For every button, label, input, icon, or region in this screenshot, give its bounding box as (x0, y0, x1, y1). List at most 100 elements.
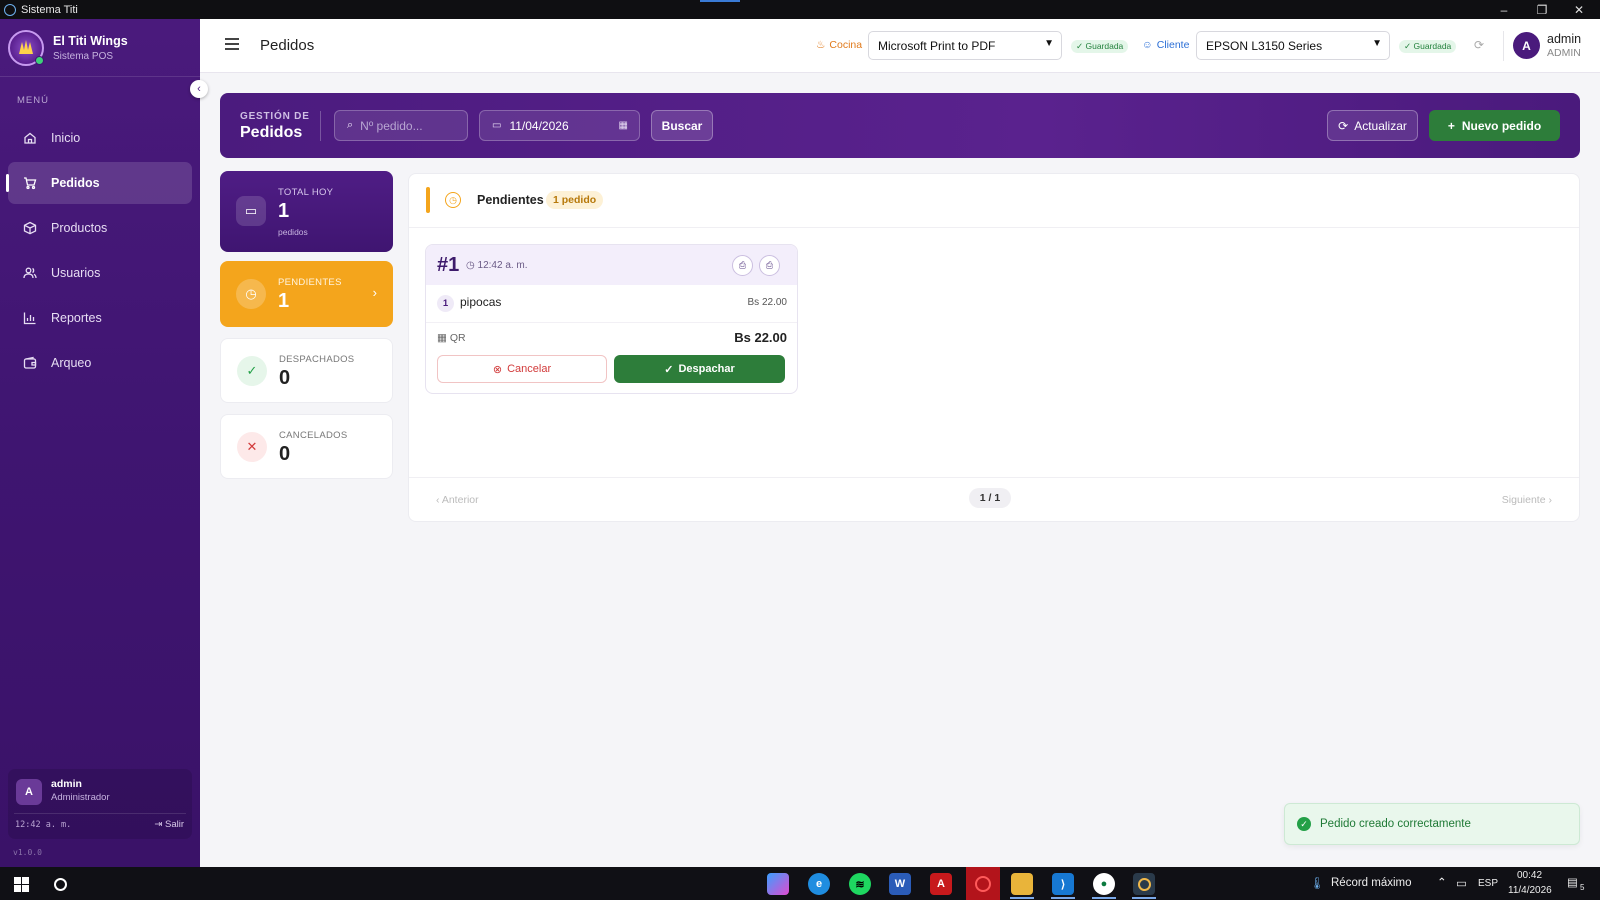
sidebar-item-inicio[interactable]: Inicio (8, 117, 192, 159)
orders-toolbar: GESTIÓN DE Pedidos ⌕ Nº pedido... ▭ 11/0… (220, 93, 1580, 158)
flame-icon: ♨ (816, 39, 826, 51)
restore-button[interactable]: ❐ (1524, 0, 1560, 19)
search-button[interactable]: Buscar (651, 110, 713, 141)
user-name: admin (1547, 32, 1582, 46)
stat-card-total[interactable]: ▭ TOTAL HOY 1 pedidos (220, 171, 393, 252)
order-total: Bs 22.00 (734, 330, 787, 345)
sidebar-item-pedidos[interactable]: Pedidos (6, 162, 192, 204)
file-explorer-icon[interactable] (1011, 873, 1033, 895)
sistema-titi-taskbar-icon[interactable] (1133, 873, 1155, 895)
stat-card-pending[interactable]: ◷ PENDIENTES 1 › (220, 261, 393, 327)
client-printer-select[interactable]: EPSON L3150 Series ▼ (1196, 31, 1390, 60)
mongodb-icon[interactable]: ● (1093, 873, 1115, 895)
toast-message: Pedido creado correctamente (1320, 818, 1471, 830)
date-value: 11/04/2026 (509, 118, 569, 133)
sidebar-item-reportes[interactable]: Reportes (8, 297, 192, 339)
sidebar-item-label: Inicio (51, 131, 81, 145)
avatar[interactable]: A (1513, 32, 1540, 59)
stat-card-dispatched[interactable]: ✓ DESPACHADOS 0 (220, 338, 393, 403)
vscode-icon[interactable]: ⟩ (1052, 873, 1074, 895)
acrobat-icon[interactable]: A (930, 873, 952, 895)
dispatch-order-button[interactable]: ✓ Despachar (614, 355, 785, 383)
app-logo-icon (4, 3, 16, 16)
close-button[interactable]: ✕ (1561, 0, 1597, 19)
stat-value: 0 (279, 443, 291, 465)
sidebar-collapse-button[interactable]: ‹ (190, 80, 208, 98)
network-icon[interactable]: ▭ (1456, 876, 1467, 890)
cancel-order-button[interactable]: ⊗ Cancelar (437, 355, 607, 383)
opera-icon[interactable] (966, 867, 1000, 900)
new-order-button[interactable]: + Nuevo pedido (1429, 110, 1560, 141)
sidebar-item-label: Productos (51, 221, 108, 235)
sidebar-item-label: Reportes (51, 311, 102, 325)
order-time: ◷ 12:42 a. m. (466, 260, 528, 271)
brand-logo-icon (8, 29, 44, 66)
kitchen-printer-select[interactable]: Microsoft Print to PDF ▼ (868, 31, 1062, 60)
edge-icon[interactable]: e (808, 873, 830, 895)
refresh-icon: ⟳ (1338, 118, 1349, 133)
window-titlebar: Sistema Titi – ❐ ✕ (0, 0, 1600, 19)
minimize-button[interactable]: – (1486, 0, 1522, 19)
clock-date[interactable]: 11/4/2026 (1508, 885, 1552, 896)
window-title: Sistema Titi (21, 3, 78, 16)
stat-label: TOTAL HOY (278, 187, 334, 198)
date-filter-input[interactable]: ▭ 11/04/2026 ▦ (479, 110, 640, 141)
order-time-text: 12:42 a. m. (477, 260, 528, 271)
success-toast[interactable]: ✓ Pedido creado correctamente (1284, 803, 1580, 845)
x-circle-icon: ✕ (237, 432, 267, 462)
qr-icon: ▦ (437, 332, 450, 344)
active-indicator (1092, 897, 1116, 899)
sidebar-item-usuarios[interactable]: Usuarios (8, 252, 192, 294)
divider (14, 813, 186, 814)
order-number: #1 (437, 254, 460, 276)
divider (320, 111, 321, 141)
clock-icon: ◷ (466, 260, 478, 271)
chevron-right-icon: › (372, 285, 377, 300)
brand-name: El Titi Wings (53, 33, 128, 48)
refresh-printers-icon[interactable]: ⟳ (1474, 38, 1488, 52)
client-status-badge: ✓ Guardada (1399, 40, 1457, 53)
pagination-next-button[interactable]: Siguiente › (1502, 494, 1552, 506)
search-circle-icon[interactable] (49, 873, 71, 895)
order-card-header: #1 ◷ 12:42 a. m. ⎙ ⎙ (426, 245, 797, 285)
chevron-up-icon[interactable]: ⌃ (1437, 875, 1447, 889)
order-search-input[interactable]: ⌕ Nº pedido... (334, 110, 468, 141)
brand: El Titi Wings Sistema POS (0, 19, 200, 77)
print-kitchen-button[interactable]: ⎙ (732, 255, 753, 276)
topbar: Pedidos ♨ Cocina Microsoft Print to PDF ▼… (200, 19, 1600, 73)
weather-text[interactable]: Récord máximo (1331, 877, 1412, 889)
refresh-button[interactable]: ⟳ Actualizar (1327, 110, 1418, 141)
count-badge: 1 pedido (546, 191, 604, 209)
notification-count: 5 (1580, 883, 1585, 892)
copilot-icon[interactable] (767, 873, 789, 895)
notification-icon[interactable]: ▤ (1567, 875, 1578, 889)
order-card: #1 ◷ 12:42 a. m. ⎙ ⎙ 1 pipocas Bs 22.00 … (425, 244, 798, 394)
language-indicator[interactable]: ESP (1478, 878, 1498, 889)
clock-text: 12:42 a. m. (15, 820, 72, 830)
user-name: admin (51, 778, 82, 790)
sidebar-item-productos[interactable]: Productos (8, 207, 192, 249)
item-price: Bs 22.00 (747, 297, 787, 308)
item-quantity: 1 (437, 295, 454, 312)
search-placeholder: Nº pedido... (360, 118, 423, 133)
user-role: Administrador (51, 792, 110, 803)
spotify-icon[interactable]: ≋ (849, 873, 871, 895)
logout-button[interactable]: ⇥ Salir (154, 819, 184, 830)
pagination-prev-button[interactable]: ‹ Anterior (436, 494, 479, 506)
check-circle-icon: ✓ (1297, 817, 1311, 831)
check-circle-icon: ✓ (664, 363, 674, 376)
next-label: Siguiente (1501, 494, 1546, 506)
stat-label: DESPACHADOS (279, 354, 355, 365)
wallet-icon (23, 356, 37, 370)
stat-card-cancelled[interactable]: ✕ CANCELADOS 0 (220, 414, 393, 479)
orders-panel: ◷ Pendientes 1 pedido #1 ◷ 12:42 a. m. ⎙… (408, 173, 1580, 522)
menu-toggle-icon[interactable] (225, 38, 239, 50)
clock-time[interactable]: 00:42 (1517, 870, 1542, 881)
word-icon[interactable]: W (889, 873, 911, 895)
calendar-picker-icon[interactable]: ▦ (619, 120, 628, 131)
sidebar-item-arqueo[interactable]: Arqueo (8, 342, 192, 384)
avatar: A (16, 779, 42, 805)
windows-start-icon[interactable] (10, 873, 32, 895)
brand-subtitle: Sistema POS (53, 50, 114, 62)
print-client-button[interactable]: ⎙ (759, 255, 780, 276)
